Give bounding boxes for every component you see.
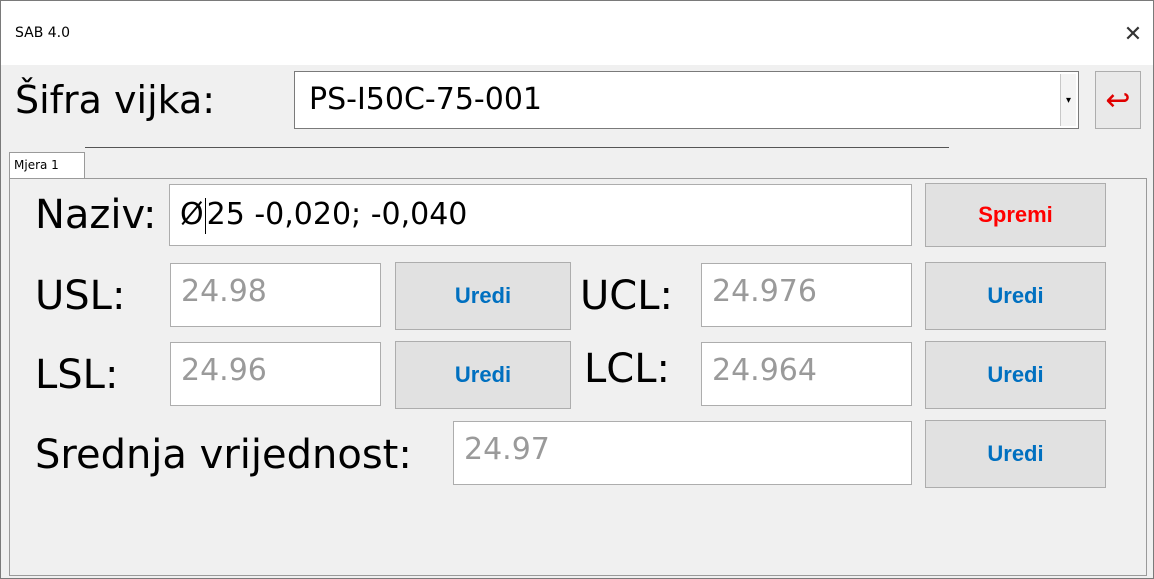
lsl-label: LSL:: [35, 352, 119, 398]
return-button[interactable]: ↩: [1095, 71, 1141, 129]
naziv-label: Naziv:: [35, 192, 157, 238]
tab-mjera-1[interactable]: Mjera 1: [9, 152, 85, 179]
lcl-field[interactable]: 24.964: [701, 342, 912, 406]
naziv-input[interactable]: Ø 25 -0,020; -0,040: [169, 184, 912, 246]
mean-edit-button[interactable]: Uredi: [925, 420, 1106, 488]
lcl-label: LCL:: [584, 346, 670, 392]
close-icon: ✕: [1123, 21, 1143, 47]
code-combobox[interactable]: PS-I50C-75-001 ▾: [294, 71, 1079, 129]
lsl-edit-button[interactable]: Uredi: [395, 341, 571, 409]
header-separator: [85, 147, 949, 148]
combobox-dropdown-button[interactable]: ▾: [1060, 74, 1076, 126]
code-combobox-value[interactable]: PS-I50C-75-001: [309, 72, 542, 128]
mean-label: Srednja vrijednost:: [35, 432, 412, 478]
ucl-label: UCL:: [580, 273, 673, 319]
ucl-edit-button[interactable]: Uredi: [925, 262, 1106, 330]
lsl-field[interactable]: 24.96: [170, 342, 381, 406]
lcl-edit-button[interactable]: Uredi: [925, 341, 1106, 409]
usl-label: USL:: [35, 273, 126, 319]
window-title: SAB 4.0: [15, 25, 71, 41]
return-arrow-icon: ↩: [1105, 82, 1131, 118]
usl-field[interactable]: 24.98: [170, 263, 381, 327]
chevron-down-icon: ▾: [1065, 94, 1072, 106]
ucl-field[interactable]: 24.976: [701, 263, 912, 327]
app-window: SAB 4.0 ✕ Šifra vijka: PS-I50C-75-001 ▾ …: [0, 0, 1154, 579]
save-button[interactable]: Spremi: [925, 183, 1106, 247]
usl-edit-button[interactable]: Uredi: [395, 262, 571, 330]
title-bar: SAB 4.0 ✕: [1, 1, 1153, 65]
text-cursor: [204, 197, 206, 234]
close-button[interactable]: ✕: [1113, 19, 1153, 49]
mean-field[interactable]: 24.97: [453, 421, 912, 485]
naziv-value: 25 -0,020; -0,040: [206, 197, 468, 232]
diameter-symbol: Ø: [180, 197, 204, 232]
code-label: Šifra vijka:: [15, 78, 216, 122]
